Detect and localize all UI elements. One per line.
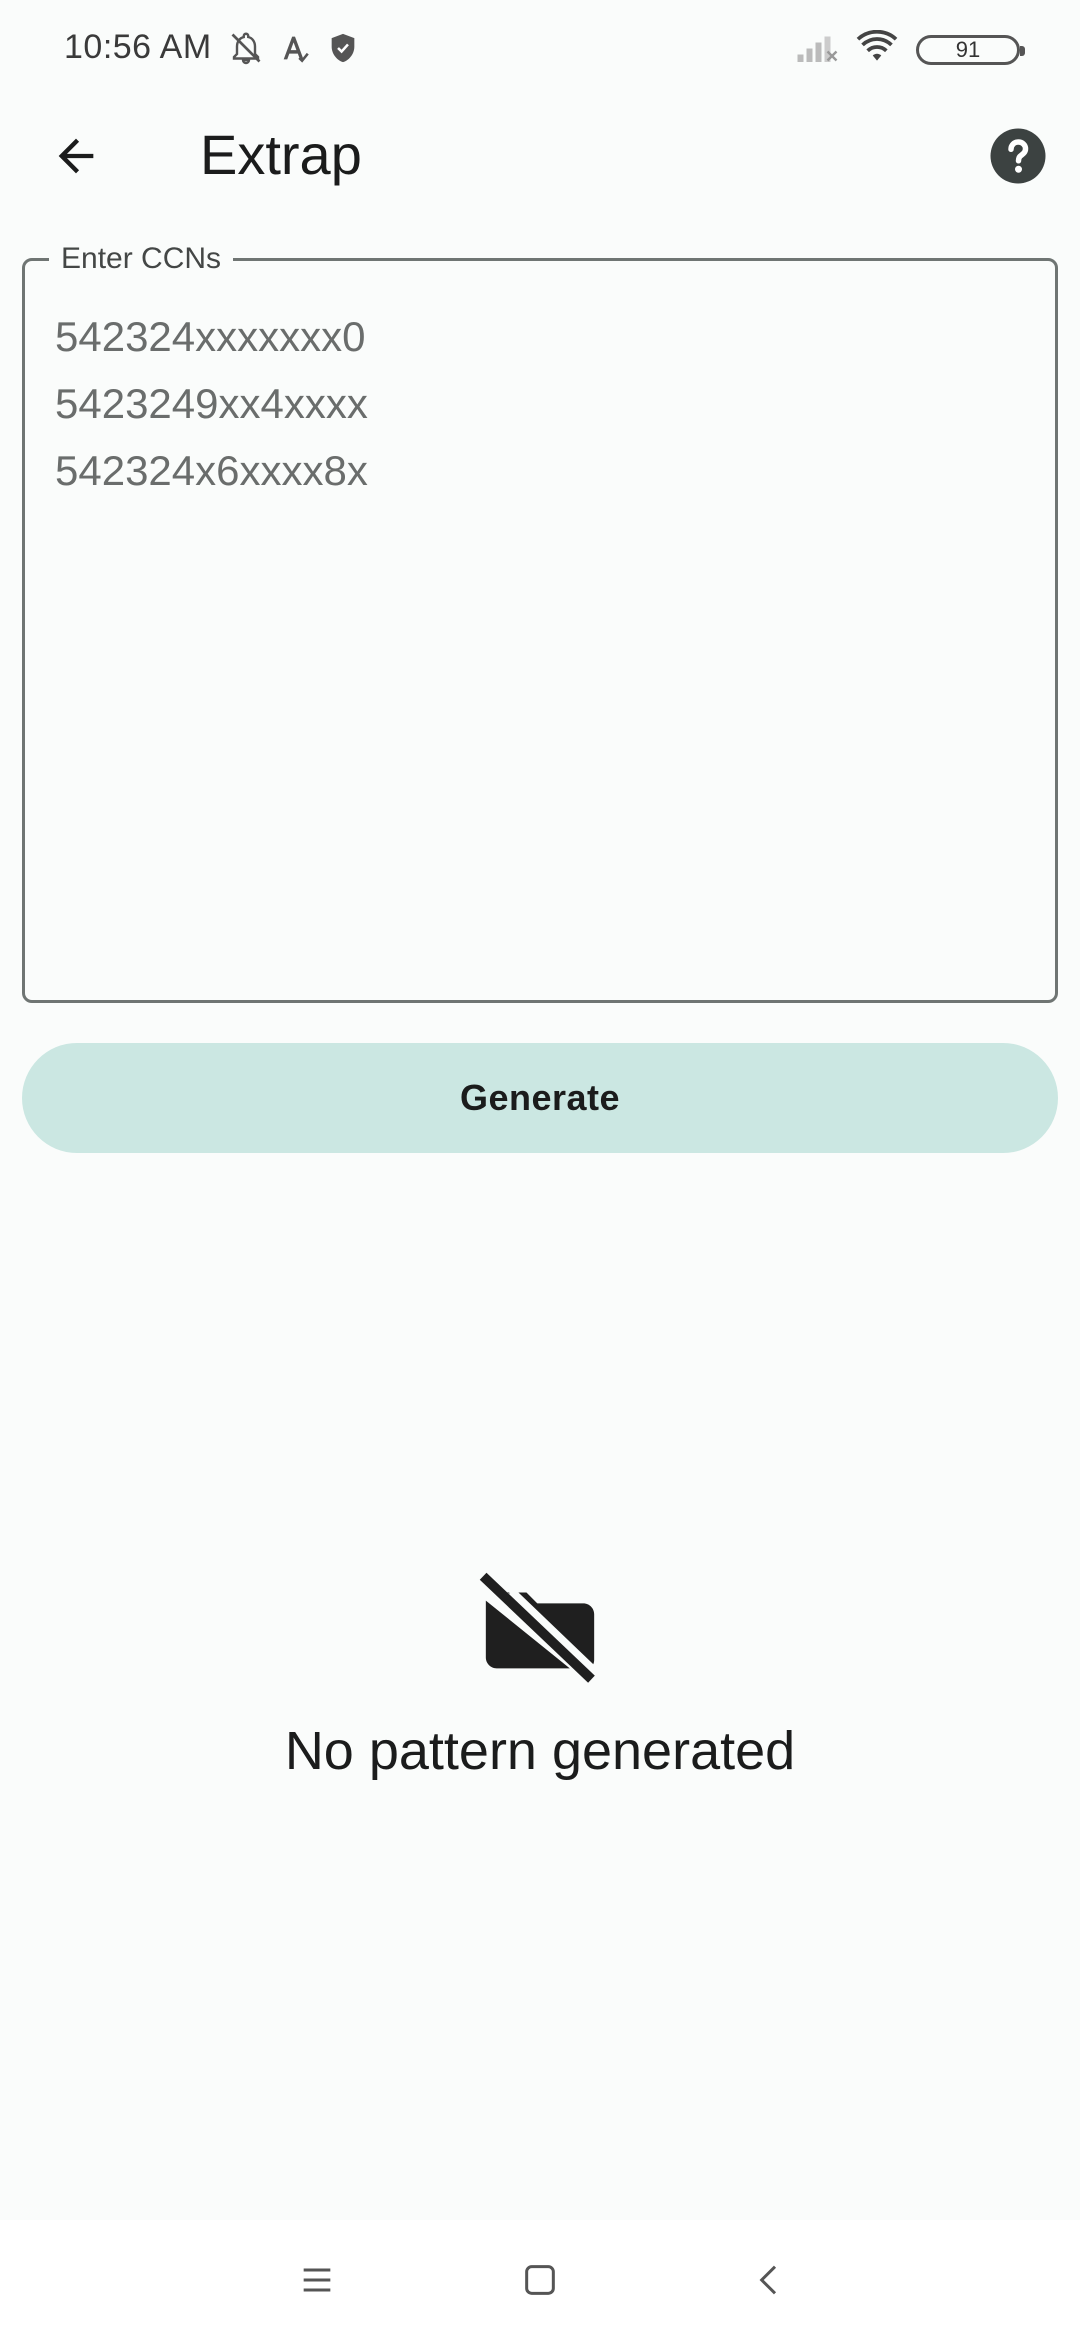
ccn-textarea[interactable]: 542324xxxxxxx0 5423249xx4xxxx 542324x6xx…	[55, 303, 1015, 963]
menu-icon	[303, 2268, 331, 2292]
signal-icon	[796, 30, 838, 69]
nav-back-button[interactable]	[740, 2250, 800, 2310]
page-title: Extrap	[200, 123, 362, 186]
nav-menu-button[interactable]	[287, 2250, 347, 2310]
app-bar: Extrap	[0, 100, 1080, 212]
empty-state: No pattern generated	[0, 1560, 1080, 1782]
status-time: 10:56 AM	[64, 28, 212, 66]
muted-bell-icon	[228, 30, 264, 71]
help-button[interactable]	[988, 126, 1048, 186]
folder-off-icon	[479, 1569, 601, 1683]
system-nav-bar	[0, 2220, 1080, 2340]
status-icons-left	[228, 30, 360, 71]
status-bar: 10:56 AM 91	[0, 0, 1080, 100]
battery-icon: 91	[916, 34, 1025, 65]
home-square-icon	[525, 2265, 555, 2295]
help-circle-icon	[990, 128, 1046, 184]
ccn-input-label: Enter CCNs	[49, 241, 234, 277]
shield-icon	[326, 31, 360, 70]
wifi-icon	[856, 29, 898, 69]
ccn-input-field[interactable]: Enter CCNs 542324xxxxxxx0 5423249xx4xxxx…	[22, 241, 1058, 1003]
arrow-back-icon	[58, 138, 94, 174]
empty-state-message: No pattern generated	[284, 1721, 796, 1781]
autofill-icon	[278, 31, 312, 70]
back-chevron-icon	[759, 2265, 777, 2295]
back-button[interactable]	[40, 120, 112, 192]
status-icons-right: 91	[796, 29, 1025, 69]
nav-home-button[interactable]	[510, 2250, 570, 2310]
generate-button[interactable]: Generate	[22, 1043, 1058, 1153]
